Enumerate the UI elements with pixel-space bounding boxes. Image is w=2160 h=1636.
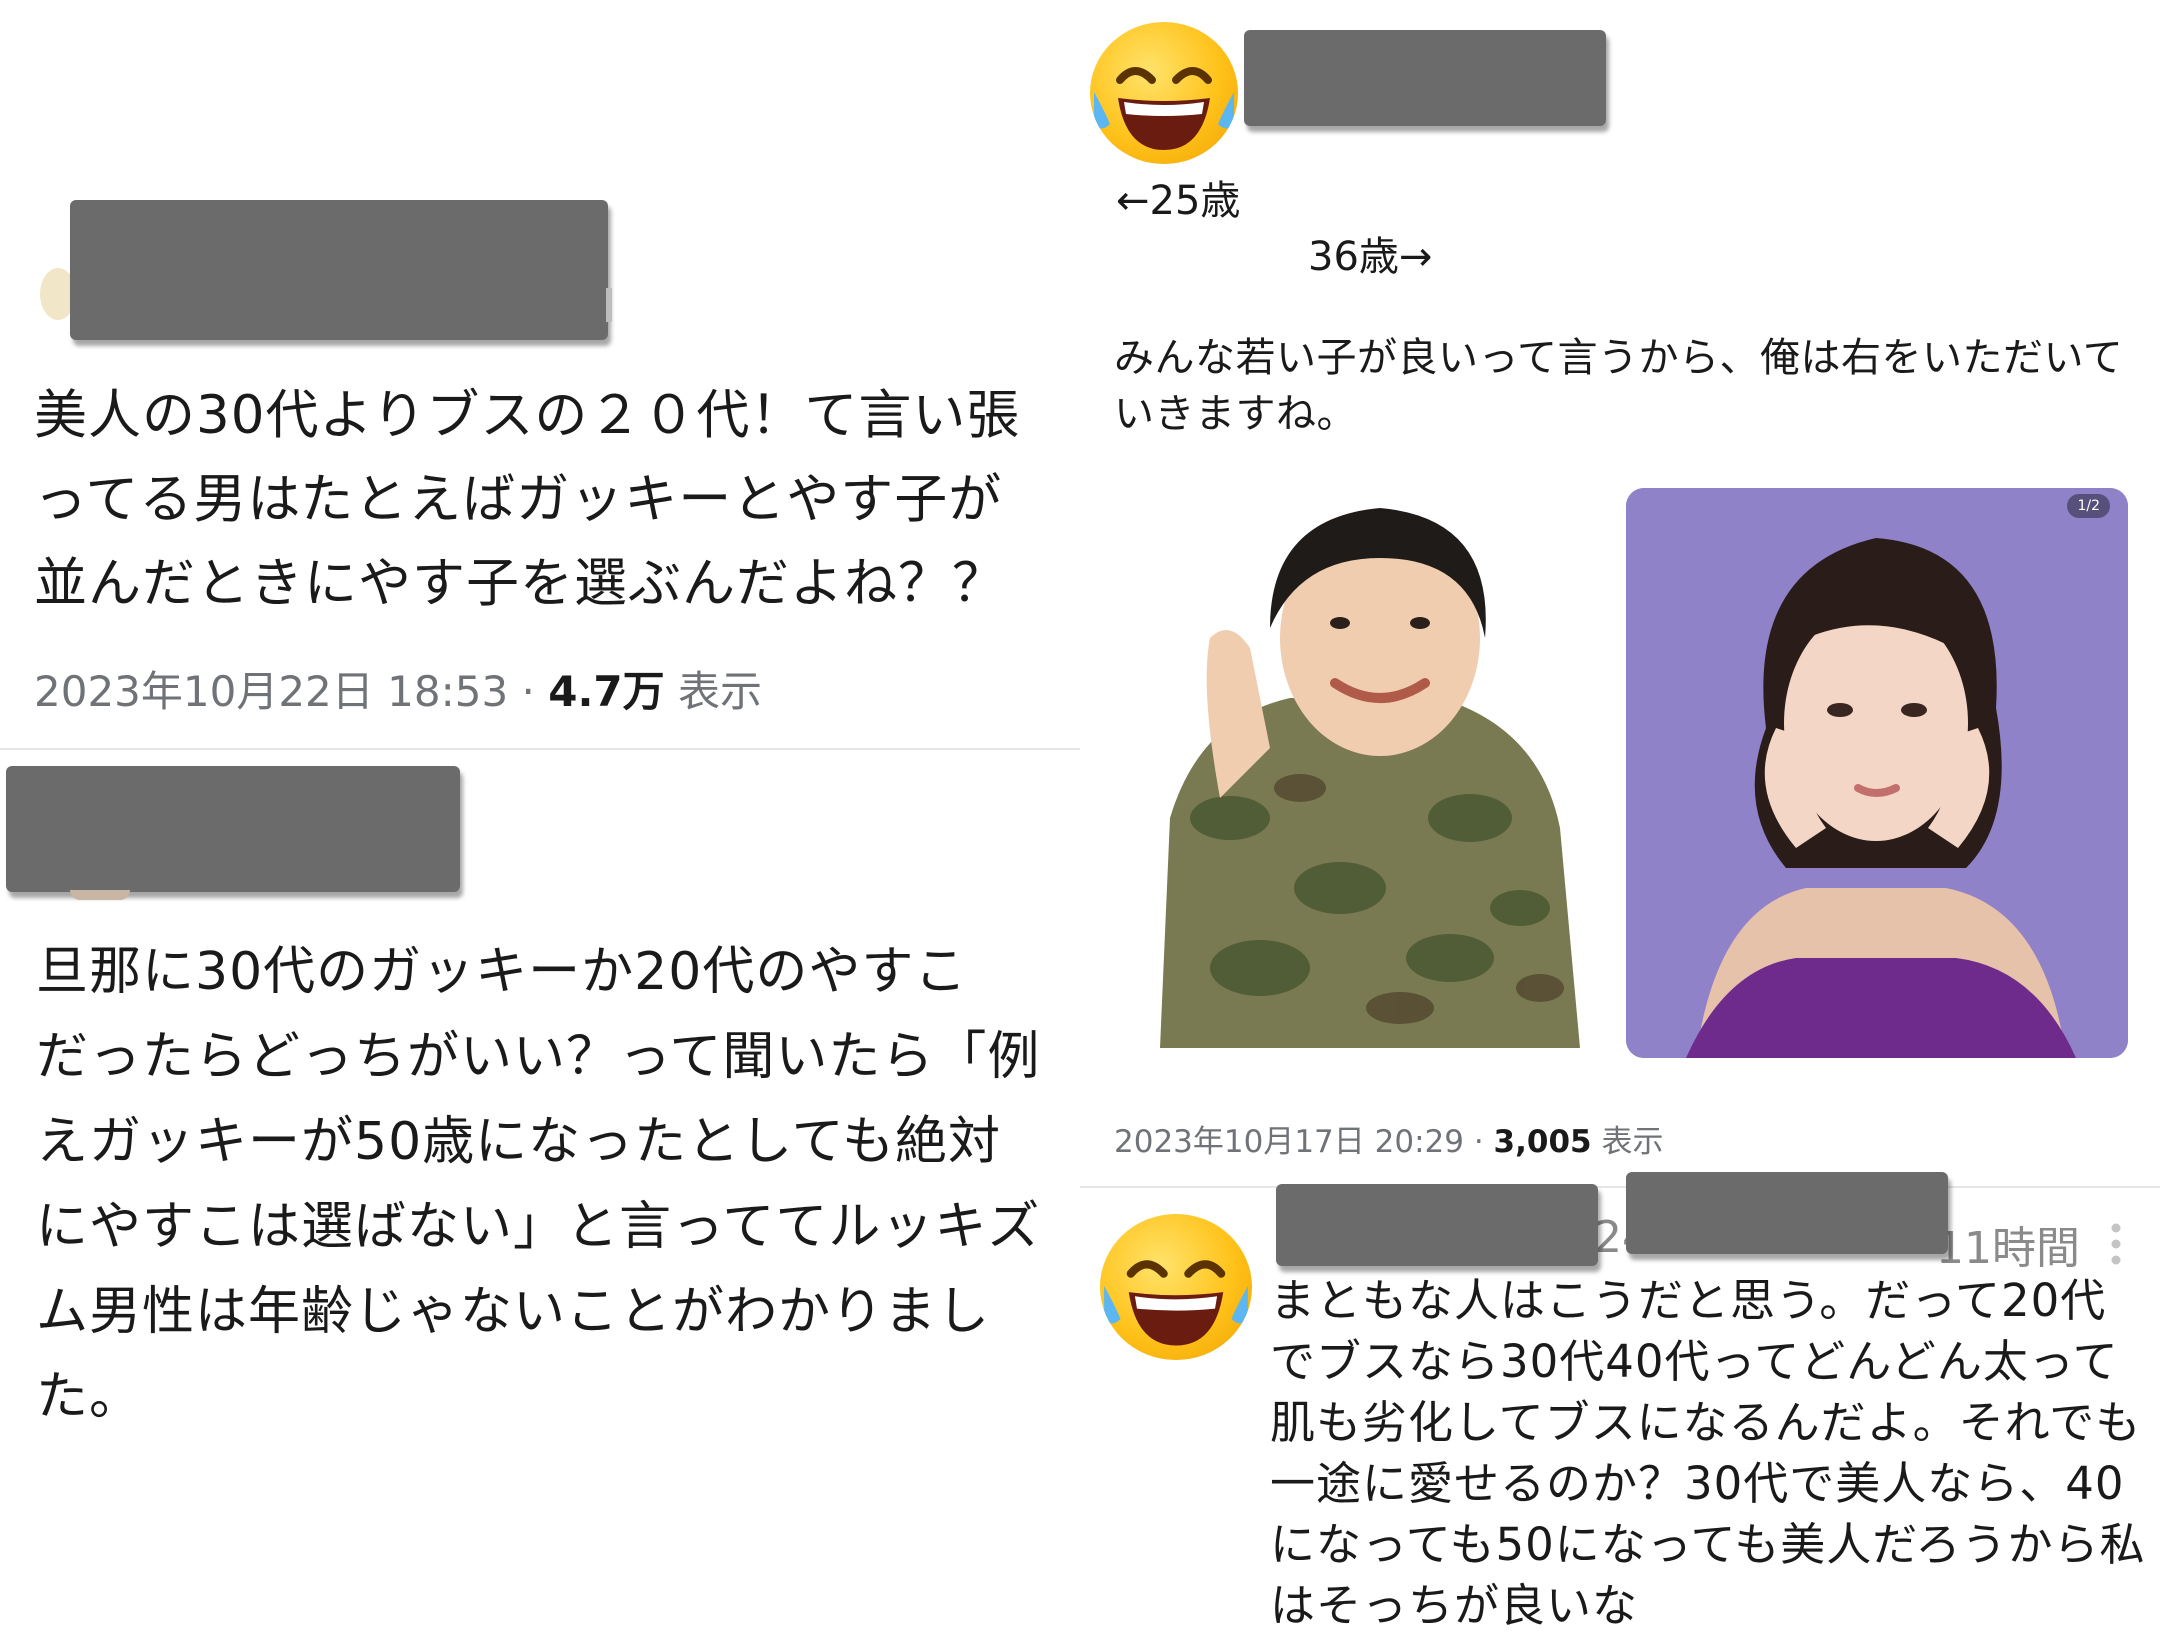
- post1-view-label: 表示: [664, 667, 762, 716]
- post1-body-text: 美人の30代よりブスの２０代！て言い張 ってる男はたとえばガッキーとやす子が 並…: [34, 385, 1021, 614]
- post4-redacted-handle: [1626, 1172, 1948, 1254]
- post3-view-count: 3,005: [1493, 1124, 1592, 1160]
- post3-divider: [1080, 1186, 2160, 1188]
- post3-meta: 2023年10月17日 20:29 · 3,005 表示: [1114, 1116, 1663, 1161]
- person-camouflage-illustration: [1160, 508, 1580, 1048]
- photo-counter-badge: 1/2: [2067, 494, 2110, 518]
- post1-view-count: 4.7万: [548, 667, 665, 716]
- post3-body-text: みんな若い子が良いって言うから、俺は右をいただいて いきますね。: [1114, 335, 2124, 437]
- post1-redacted-username: [70, 200, 608, 340]
- label-age-25: ←25歳: [1116, 178, 1241, 224]
- photo-right-woman-purple[interactable]: 1/2: [1626, 488, 2128, 1058]
- woman-portrait-illustration: [1626, 488, 2128, 1058]
- post2-body-text: 旦那に30代のガッキーか20代のやすこ だったらどっちがいい？って聞いたら「例 …: [36, 942, 1041, 1427]
- tears-of-joy-icon: [1094, 67, 1234, 150]
- tears-of-joy-emoji-avatar-2: [1100, 1214, 1252, 1360]
- post2-avatar-partial: [70, 890, 130, 900]
- post1-meta: 2023年10月22日 18:53 · 4.7万 表示: [34, 658, 762, 719]
- post2-redacted-username: [6, 766, 460, 892]
- post3-date: 2023年10月17日 20:29 ·: [1114, 1124, 1494, 1160]
- post1-divider: [0, 748, 1080, 750]
- post1-name-fragment: [606, 288, 612, 322]
- post4-timestamp: 11時間: [1936, 1223, 2080, 1274]
- post4-body-text: まともな人はこうだと思う。だって20代 でブスなら30代40代ってどんどん太って…: [1270, 1274, 2146, 1632]
- post3-view-label: 表示: [1591, 1124, 1664, 1160]
- post4-redacted-username: [1276, 1184, 1598, 1266]
- more-vertical-icon[interactable]: [2110, 1222, 2122, 1266]
- photo-left-person-camouflage[interactable]: [1140, 488, 1596, 1058]
- tears-of-joy-emoji-avatar: [1090, 22, 1238, 164]
- post1-date: 2023年10月22日 18:53 ·: [34, 667, 549, 716]
- post3-redacted-username: [1244, 30, 1606, 126]
- label-age-36: 36歳→: [1308, 234, 1433, 280]
- tears-of-joy-icon: [1104, 1260, 1248, 1346]
